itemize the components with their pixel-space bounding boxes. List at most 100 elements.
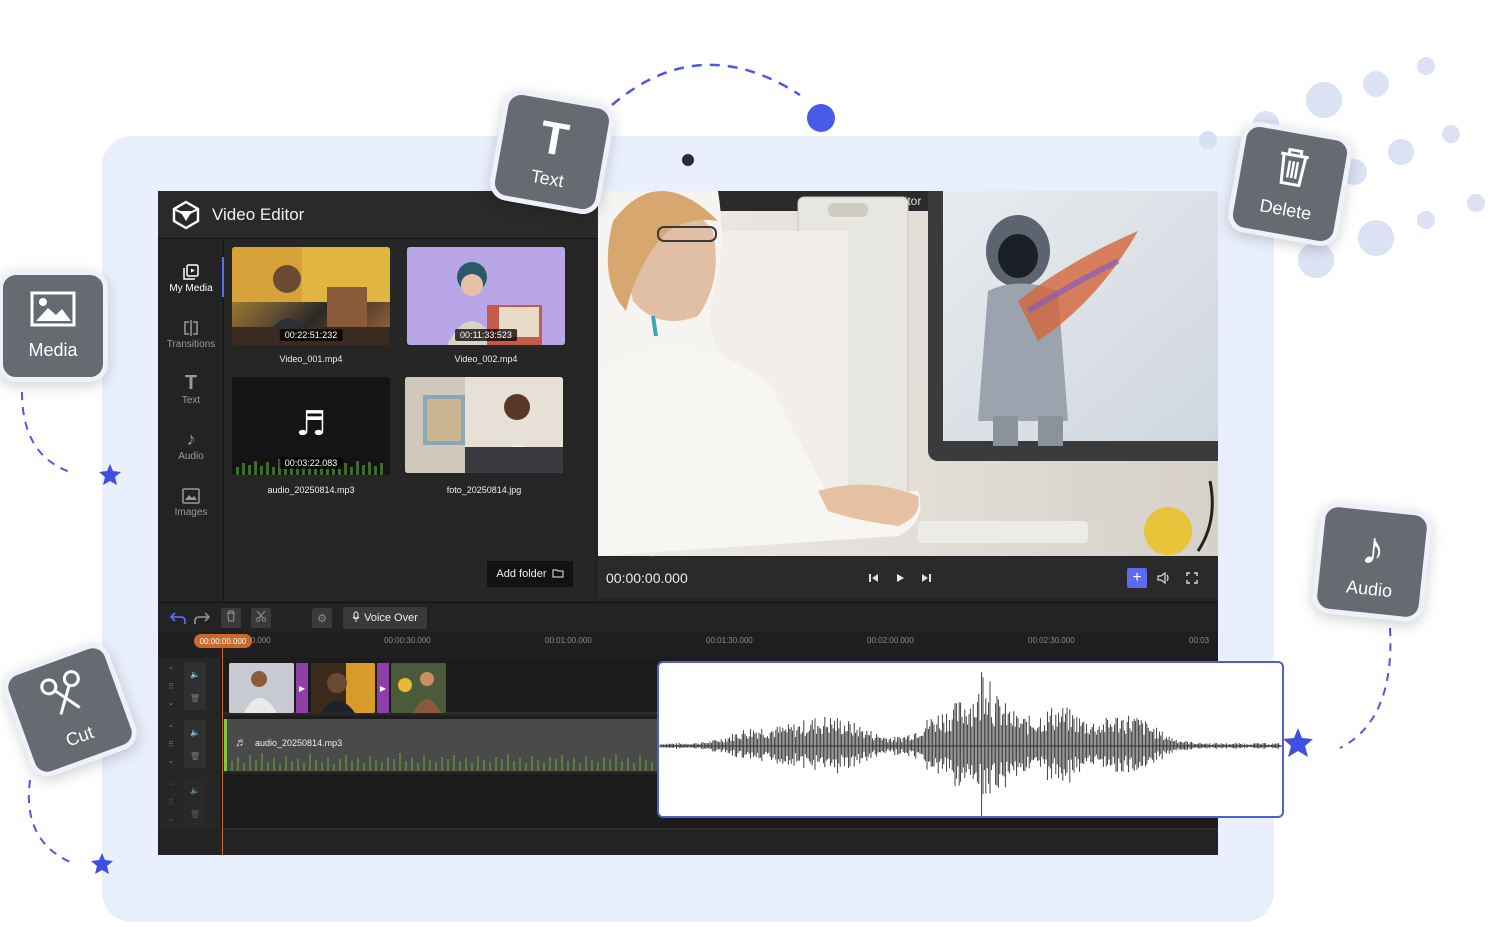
media-name: Video_001.mp4 xyxy=(279,354,343,364)
sidebar-item-transitions[interactable]: Transitions xyxy=(158,307,224,359)
video-clip[interactable] xyxy=(311,663,375,713)
image-icon xyxy=(30,291,76,332)
volume-button[interactable] xyxy=(1154,568,1174,588)
media-badge[interactable]: Media xyxy=(0,270,108,382)
volume-icon: 🔈 xyxy=(190,669,200,679)
video-clip[interactable] xyxy=(229,663,294,713)
media-thumb-video-002[interactable]: 00:11:33:523 xyxy=(407,247,565,345)
track-order-controls[interactable]: ⌃ ⠿ ⌄ xyxy=(164,662,178,710)
audio-badge[interactable]: ♪ Audio xyxy=(1310,500,1434,624)
sidebar-item-label: Text xyxy=(181,394,201,406)
music-note-icon: ♪ xyxy=(186,429,196,449)
media-name: audio_20250814.mp3 xyxy=(267,485,355,495)
media-library-panel: 00:22:51:232 Video_001.mp4 00:11:33:523 … xyxy=(225,239,655,601)
chevron-up-icon: ⌃ xyxy=(167,781,175,791)
timeline-toolbar: ⚙ Voice Over xyxy=(158,602,1218,632)
scissors-icon xyxy=(36,666,94,727)
transition-marker[interactable]: ▶ xyxy=(296,663,308,713)
text-icon: T xyxy=(536,109,573,166)
text-badge[interactable]: T Text xyxy=(487,87,617,217)
scissors-icon xyxy=(255,609,267,627)
drag-handle-icon: ⠿ xyxy=(168,739,174,749)
chevron-down-icon: ⌄ xyxy=(167,813,175,823)
tick-label: 00:00:30.000 xyxy=(384,636,431,645)
video-preview: ditor xyxy=(598,191,1218,556)
sidebar-item-label: My Media xyxy=(169,282,213,294)
badge-label: Media xyxy=(28,340,78,360)
redo-button[interactable] xyxy=(192,608,212,628)
track-order-controls[interactable]: ⌃ ⠿ ⌄ xyxy=(164,720,178,768)
duration-badge: 00:22:51:232 xyxy=(279,329,343,341)
plus-icon: + xyxy=(1132,569,1142,586)
voice-over-button[interactable]: Voice Over xyxy=(343,607,427,629)
playhead-time[interactable]: 00:00:00.000 xyxy=(194,634,252,648)
track-actions[interactable]: 🔈 🗑 xyxy=(184,720,206,768)
playhead-line xyxy=(222,647,223,855)
fullscreen-button[interactable] xyxy=(1182,568,1202,588)
current-time: 00:00:00.000 xyxy=(606,570,688,586)
video-clip[interactable] xyxy=(391,663,446,713)
media-thumb-photo[interactable] xyxy=(405,377,563,473)
split-clip-button[interactable] xyxy=(251,608,271,628)
duration-badge: 00:03:22.083 xyxy=(279,457,343,469)
track-actions[interactable]: 🔈 🗑 xyxy=(184,778,206,826)
tick-label: 00:03 xyxy=(1189,636,1210,645)
sidebar-item-label: Audio xyxy=(178,450,204,462)
duration-badge: 00:11:33:523 xyxy=(455,329,517,341)
trash-icon: 🗑 xyxy=(189,751,201,761)
badge-label: Audio xyxy=(1345,576,1394,601)
track-header: ⌃ ⠿ ⌄ 🔈 🗑 xyxy=(158,658,222,714)
transitions-icon xyxy=(182,317,200,339)
media-thumb-audio[interactable]: ♬ 00:03:22.083 xyxy=(232,377,390,475)
waveform-card xyxy=(657,661,1284,818)
media-thumb-video-001[interactable]: 00:22:51:232 xyxy=(232,247,390,345)
timeline-ruler[interactable]: 00:00:00.000 00:00:30.000 00:01:00.000 0… xyxy=(158,632,1218,658)
media-name: Video_002.mp4 xyxy=(454,354,518,364)
sidebar-item-label: Transitions xyxy=(166,338,216,350)
track-order-controls[interactable]: ⌃ ⠿ ⌄ xyxy=(164,778,178,826)
sidebar-item-audio[interactable]: ♪ Audio xyxy=(158,419,224,471)
player-controls: 00:00:00.000 + xyxy=(598,557,1218,599)
media-name: foto_20250814.jpg xyxy=(446,485,522,495)
add-folder-label: Add folder xyxy=(496,568,547,580)
media-library-icon xyxy=(182,261,200,283)
chevron-up-icon: ⌃ xyxy=(167,665,175,675)
music-note-icon: ♪ xyxy=(1359,520,1388,575)
image-icon xyxy=(182,485,200,507)
svg-text:♬: ♬ xyxy=(296,404,326,444)
sidebar-item-text[interactable]: T Text xyxy=(158,363,224,415)
chevron-down-icon: ⌄ xyxy=(167,755,175,765)
track-actions[interactable]: 🔈 🗑 xyxy=(184,662,206,710)
track-header: ⌃ ⠿ ⌄ 🔈 🗑 xyxy=(158,716,222,772)
sidebar-item-images[interactable]: Images xyxy=(158,475,224,527)
drag-handle-icon: ⠿ xyxy=(168,681,174,691)
undo-button[interactable] xyxy=(168,608,188,628)
drag-handle-icon: ⠿ xyxy=(168,797,174,807)
next-frame-button[interactable] xyxy=(916,568,936,588)
delete-clip-button[interactable] xyxy=(221,608,241,628)
delete-badge[interactable]: Delete xyxy=(1225,119,1355,249)
previous-frame-button[interactable] xyxy=(864,568,884,588)
tick-label: 00:02:00.000 xyxy=(867,636,914,645)
sidebar-item-label: Images xyxy=(174,506,208,518)
badge-label: Delete xyxy=(1258,195,1313,224)
sidebar-item-my-media[interactable]: My Media xyxy=(158,251,224,303)
badge-label: Cut xyxy=(62,722,97,751)
tick-label: 00:01:30.000 xyxy=(706,636,753,645)
play-arrow-icon: ▶ xyxy=(298,683,306,693)
voice-over-label: Voice Over xyxy=(364,612,418,624)
left-sidebar: My Media Transitions T Text ♪ Audio Imag… xyxy=(158,239,224,601)
text-icon: T xyxy=(184,372,198,394)
volume-icon: 🔈 xyxy=(190,785,200,795)
track-header: ⌃ ⠿ ⌄ 🔈 🗑 xyxy=(158,774,222,830)
tick-label: 00:02:30.000 xyxy=(1028,636,1075,645)
audio-waveform xyxy=(659,672,1282,816)
play-button[interactable] xyxy=(890,568,910,588)
add-folder-button[interactable]: Add folder xyxy=(487,561,573,587)
trash-icon xyxy=(226,609,236,627)
add-to-timeline-button[interactable]: + xyxy=(1127,568,1147,588)
settings-button[interactable]: ⚙ xyxy=(312,608,332,628)
chevron-up-icon: ⌃ xyxy=(167,723,175,733)
transition-marker[interactable]: ▶ xyxy=(377,663,389,713)
folder-icon xyxy=(552,568,564,581)
